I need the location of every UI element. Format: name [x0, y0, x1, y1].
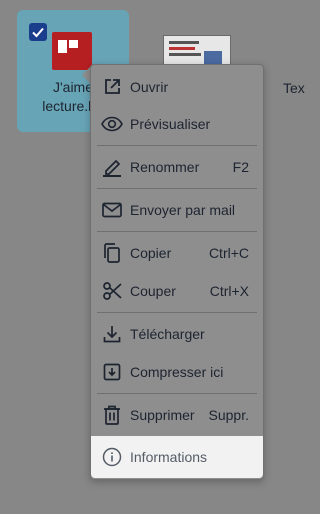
pen-icon: [101, 156, 123, 178]
menu-item-copy[interactable]: Copier Ctrl+C: [91, 235, 263, 271]
copy-icon: [101, 242, 123, 264]
menu-item-label: Ouvrir: [130, 79, 169, 95]
menu-divider: [97, 312, 257, 313]
menu-divider: [97, 188, 257, 189]
info-icon: [101, 446, 123, 468]
board-file-icon: [52, 32, 92, 70]
menu-item-shortcut: F2: [232, 159, 249, 175]
menu-item-download[interactable]: Télécharger: [91, 316, 263, 352]
menu-item-shortcut: Suppr.: [208, 407, 249, 423]
mail-icon: [101, 199, 123, 221]
menu-item-compress[interactable]: Compresser ici: [91, 354, 263, 390]
menu-item-rename[interactable]: Renommer F2: [91, 149, 263, 185]
menu-item-label: Envoyer par mail: [130, 202, 236, 218]
menu-item-info[interactable]: Informations: [91, 436, 263, 478]
menu-item-label: Prévisualiser: [130, 116, 211, 132]
trash-icon: [101, 404, 123, 426]
menu-item-label: Copier: [130, 245, 172, 261]
menu-item-label: Renommer: [130, 159, 200, 175]
archive-icon: [101, 361, 123, 383]
open-external-icon: [101, 76, 123, 98]
menu-divider: [97, 393, 257, 394]
menu-item-preview[interactable]: Prévisualiser: [91, 106, 263, 142]
menu-item-delete[interactable]: Supprimer Suppr.: [91, 397, 263, 433]
check-icon: [32, 27, 44, 38]
scissors-icon: [101, 280, 123, 302]
download-icon: [101, 323, 123, 345]
menu-item-cut[interactable]: Couper Ctrl+X: [91, 273, 263, 309]
menu-item-open[interactable]: Ouvrir: [91, 69, 263, 105]
file-name[interactable]: Tex: [283, 80, 305, 96]
menu-item-label: Supprimer: [130, 407, 195, 423]
selection-checkbox[interactable]: [29, 23, 47, 41]
menu-divider: [97, 145, 257, 146]
menu-item-label: Télécharger: [130, 326, 205, 342]
menu-divider: [97, 231, 257, 232]
menu-item-label: Informations: [130, 449, 208, 465]
menu-item-send-mail[interactable]: Envoyer par mail: [91, 192, 263, 228]
menu-item-shortcut: Ctrl+X: [209, 283, 249, 299]
menu-item-label: Couper: [130, 283, 176, 299]
menu-item-shortcut: Ctrl+C: [208, 245, 249, 261]
eye-icon: [101, 113, 123, 135]
menu-item-label: Compresser ici: [130, 364, 224, 380]
context-menu: Ouvrir Prévisualiser Renommer F2 Envoyer…: [90, 64, 264, 480]
